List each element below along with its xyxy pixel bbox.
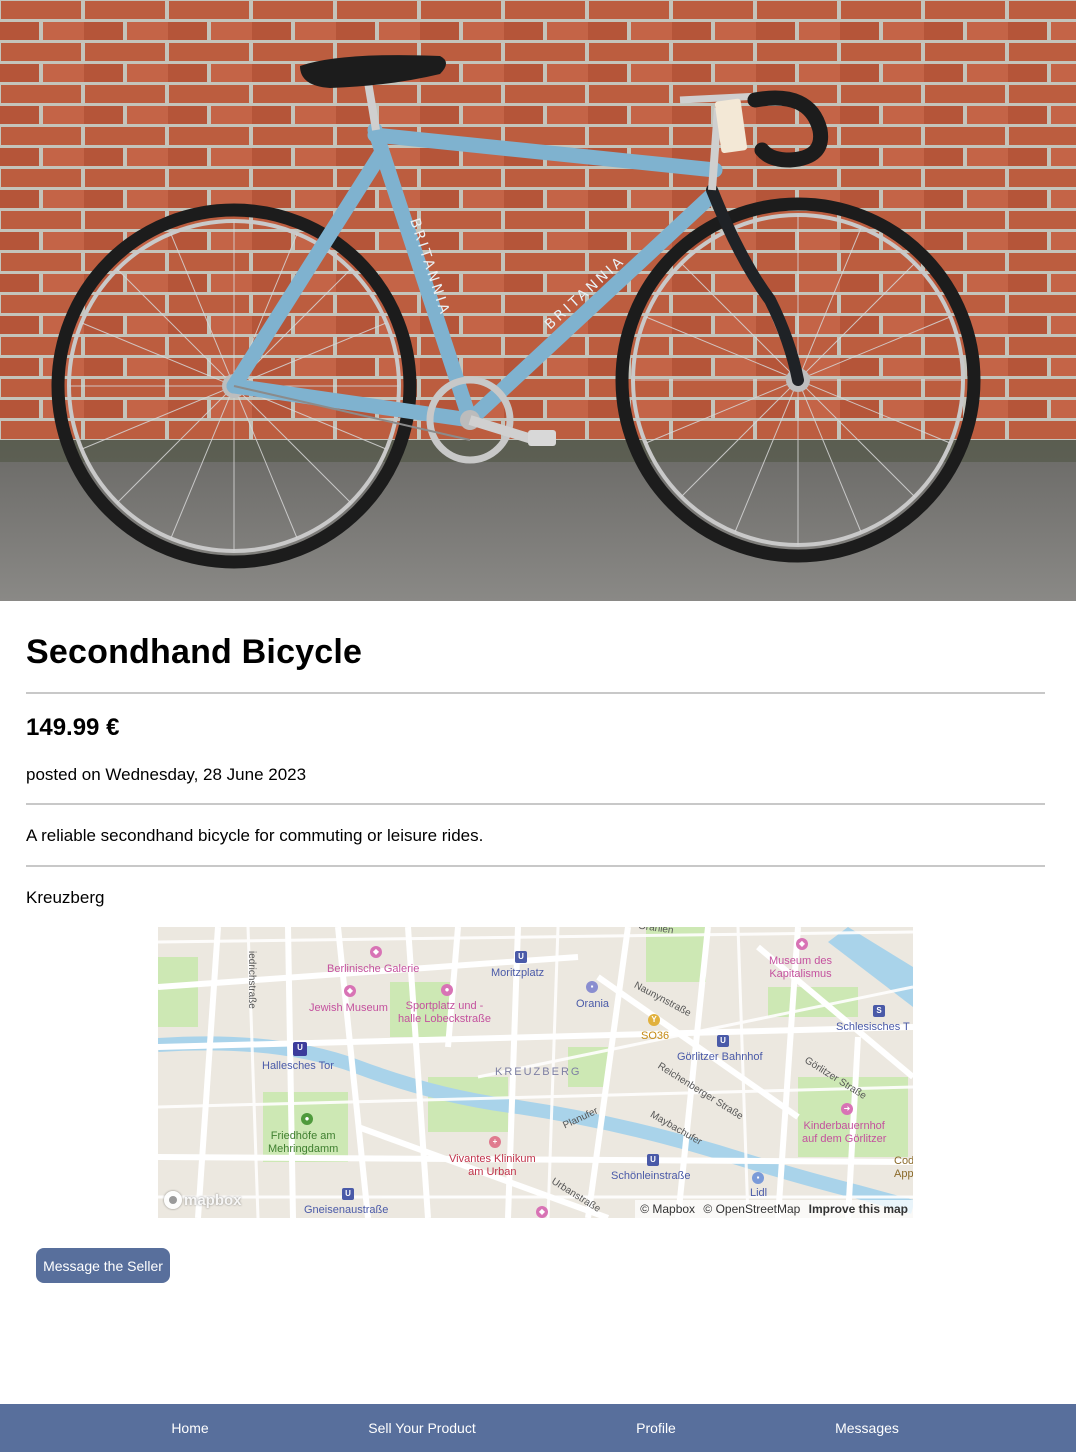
message-seller-button[interactable]: Message the Seller (36, 1248, 170, 1283)
hospital-pin-icon[interactable]: + (489, 1136, 501, 1148)
subway-pin-icon[interactable]: S (873, 1005, 885, 1017)
osm-attribution-link[interactable]: © OpenStreetMap (703, 1202, 800, 1216)
map-label: Kinderbauernhof auf dem Görlitzer (802, 1120, 887, 1145)
district-label: KREUZBERG (495, 1066, 582, 1078)
map-label: Schönleinstraße (611, 1170, 691, 1182)
map-label: Jewish Museum (309, 1002, 388, 1014)
map-label: Orania (576, 998, 610, 1010)
map-label: Schlesisches T (836, 1021, 910, 1033)
mapbox-logo[interactable]: mapbox (164, 1189, 242, 1211)
map-label: Vivantes Klinikum am Urban (449, 1153, 536, 1178)
map-label: Museum des Kapitalismus (769, 955, 832, 980)
cinema-pin-icon[interactable]: ▪ (586, 981, 598, 993)
map-label: Hallesches Tor (262, 1060, 334, 1072)
cemetery-pin-icon[interactable]: ● (301, 1113, 313, 1125)
posted-date: posted on Wednesday, 28 June 2023 (26, 765, 307, 784)
map-attribution: © Mapbox © OpenStreetMap Improve this ma… (635, 1200, 913, 1218)
map-label: Cod App (894, 1155, 913, 1180)
map-label: Gneisenaustraße (304, 1204, 389, 1216)
subway-pin-icon[interactable]: U (717, 1035, 729, 1047)
museum-pin-icon[interactable]: ◆ (536, 1206, 548, 1218)
subway-pin-icon[interactable]: U (515, 951, 527, 963)
nav-home[interactable]: Home (171, 1404, 208, 1452)
subway-pin-icon[interactable]: U (647, 1154, 659, 1166)
mapbox-logo-icon (164, 1191, 182, 1209)
nav-sell-your-product[interactable]: Sell Your Product (368, 1404, 475, 1452)
improve-map-link[interactable]: Improve this map (809, 1202, 908, 1216)
museum-pin-icon[interactable]: ◆ (370, 946, 382, 958)
farm-pin-icon[interactable]: ➜ (841, 1103, 853, 1115)
product-price: 149.99 € (26, 714, 120, 741)
map-label: Görlitzer Bahnhof (677, 1051, 763, 1063)
divider (26, 692, 1045, 694)
product-page: BRITANNIA BRITANNIA Secondhand Bicycle 1… (0, 0, 1076, 1452)
divider (26, 865, 1045, 867)
subway-pin-icon[interactable]: U (342, 1188, 354, 1200)
mapbox-attribution-link[interactable]: © Mapbox (640, 1202, 695, 1216)
product-title: Secondhand Bicycle (26, 633, 363, 671)
bicycle-image: BRITANNIA BRITANNIA (0, 0, 1076, 601)
mapbox-logo-text: mapbox (184, 1191, 242, 1209)
location-map[interactable]: ◆ ◆ ● U ▪ ◆ Y S U U ● + U ➜ ▪ U ◆ Berlin… (158, 927, 913, 1218)
bottom-nav: Home Sell Your Product Profile Messages (0, 1404, 1076, 1452)
street-label: iedrichstraße (246, 951, 257, 1009)
map-label: Moritzplatz (491, 967, 545, 979)
divider (26, 803, 1045, 805)
nav-profile[interactable]: Profile (636, 1404, 676, 1452)
product-photo: BRITANNIA BRITANNIA (0, 0, 1076, 601)
map-label: SO36 (641, 1030, 670, 1042)
bar-pin-icon[interactable]: Y (648, 1014, 660, 1026)
shop-pin-icon[interactable]: ▪ (752, 1172, 764, 1184)
subway-pin-icon[interactable]: U (293, 1042, 307, 1056)
map-label: Lidl (750, 1187, 768, 1199)
map-label: Friedhöfe am Mehringdamm (268, 1130, 339, 1155)
nav-messages[interactable]: Messages (835, 1404, 899, 1452)
museum-pin-icon[interactable]: ◆ (796, 938, 808, 950)
map-label: Berlinische Galerie (327, 963, 420, 975)
product-description: A reliable secondhand bicycle for commut… (26, 826, 484, 845)
sport-pin-icon[interactable]: ● (441, 984, 453, 996)
product-location: Kreuzberg (26, 888, 105, 907)
map-label: Sportplatz und - halle Lobeckstraße (398, 1000, 491, 1025)
museum-pin-icon[interactable]: ◆ (344, 985, 356, 997)
